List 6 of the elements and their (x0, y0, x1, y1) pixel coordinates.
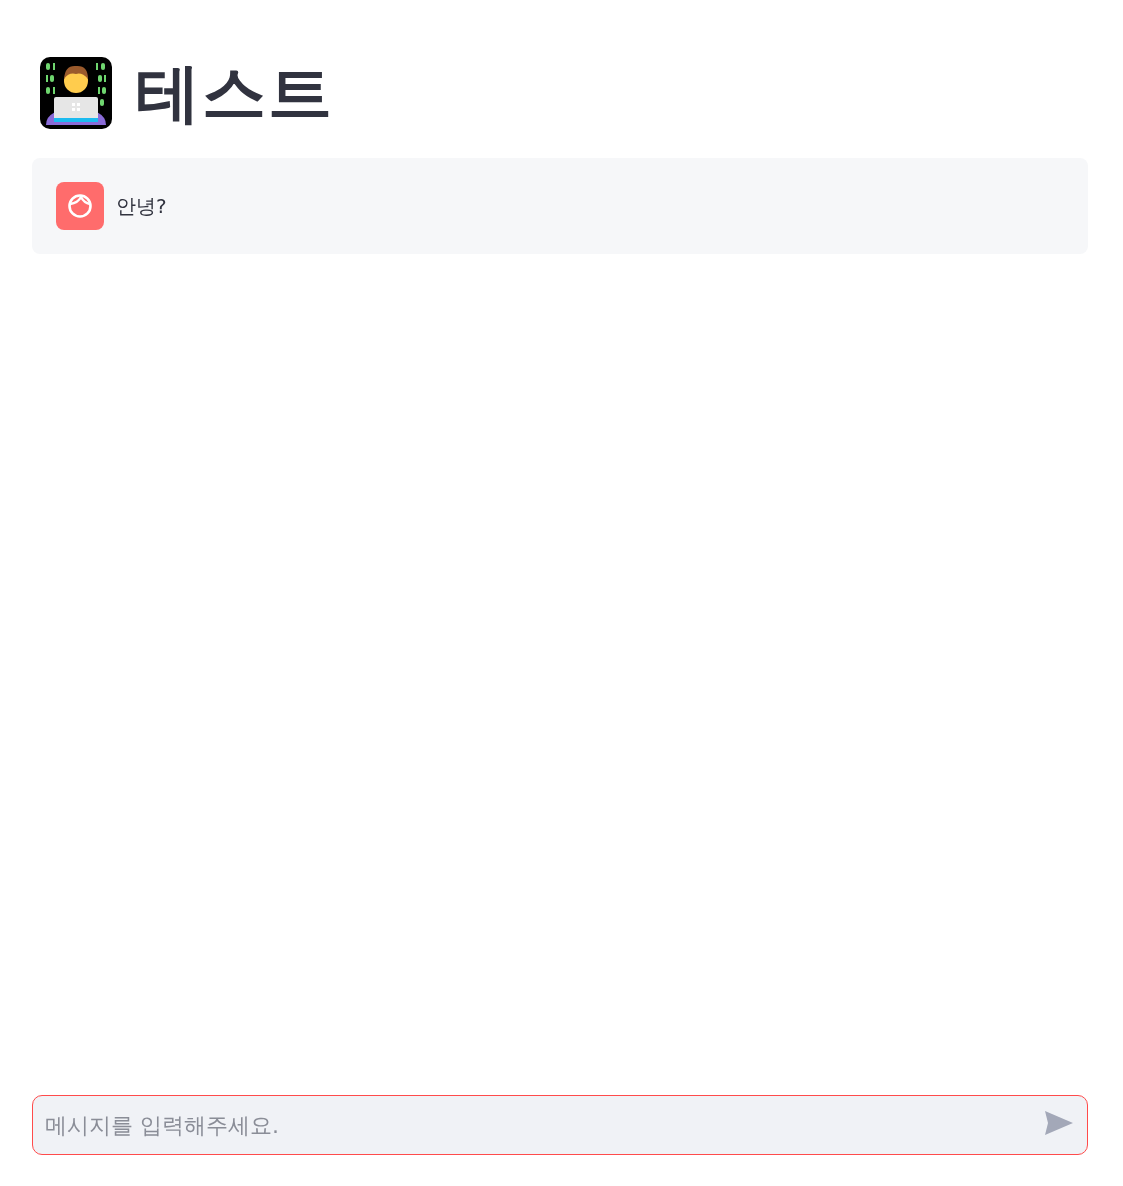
page-title: 테스트 (136, 61, 334, 125)
message-text: 안녕? (116, 193, 167, 220)
send-icon (1044, 1110, 1074, 1136)
avatar-icon (56, 182, 104, 230)
person-laptop-icon (38, 55, 114, 131)
chat-input-field[interactable]: 메시지를 입력해주세요. (32, 1095, 1088, 1155)
